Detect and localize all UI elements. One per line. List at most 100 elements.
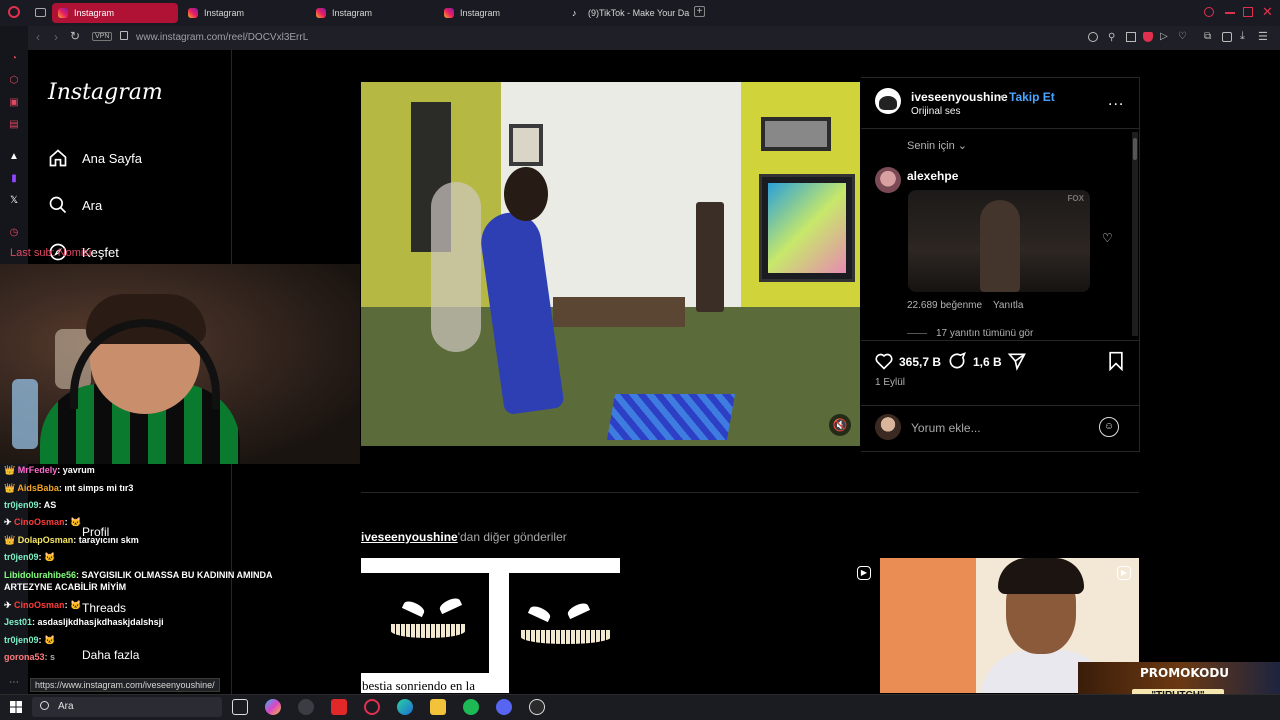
play-icon[interactable]: ▷: [1160, 31, 1168, 42]
close-window-button[interactable]: ✕: [1262, 4, 1273, 20]
tab-switcher-icon[interactable]: [35, 8, 46, 17]
follow-button[interactable]: Takip Et: [1009, 90, 1055, 104]
x-icon[interactable]: 𝕏: [7, 194, 21, 208]
youtube-icon[interactable]: [331, 699, 347, 715]
copilot-icon[interactable]: [265, 699, 281, 715]
more-icon[interactable]: ⋯: [7, 676, 21, 690]
minimize-button[interactable]: [1225, 12, 1235, 14]
reply-button[interactable]: Yanıtla: [993, 300, 1023, 311]
nav-home[interactable]: Ana Sayfa: [48, 148, 142, 168]
mute-icon[interactable]: 🔇: [829, 414, 851, 436]
wallet-icon[interactable]: [1222, 32, 1232, 42]
taskbar-search-label: Ara: [58, 701, 74, 712]
download-icon[interactable]: ⤓: [1240, 30, 1245, 43]
nav-threads[interactable]: Threads: [82, 601, 126, 615]
comments-scrollbar[interactable]: [1132, 132, 1138, 336]
instagram-favicon-icon: [444, 8, 454, 18]
like-count[interactable]: 365,7 B: [899, 355, 941, 369]
tab-instagram-2[interactable]: Instagram: [182, 3, 306, 23]
extensions-icon[interactable]: ⧉: [1204, 31, 1211, 42]
more-options-button[interactable]: ...: [1108, 92, 1124, 110]
mail-icon[interactable]: ▤: [7, 118, 21, 132]
comment-sort-dropdown[interactable]: Senin için ⌄: [907, 139, 967, 152]
share-icon[interactable]: [1007, 351, 1027, 371]
view-replies-button[interactable]: 17 yanıtın tümünü gör: [936, 328, 1033, 339]
like-icon[interactable]: [874, 351, 894, 371]
tab-label: Instagram: [74, 8, 115, 18]
back-button[interactable]: ‹: [36, 30, 40, 44]
comment-like-icon[interactable]: ♡: [1102, 231, 1113, 245]
commenter-avatar[interactable]: [875, 167, 901, 193]
heart-icon[interactable]: ♡: [1178, 31, 1187, 42]
opera-logo-icon[interactable]: [8, 6, 20, 18]
windows-start-icon[interactable]: [10, 701, 22, 713]
forward-button[interactable]: ›: [54, 30, 58, 44]
discord-icon[interactable]: [496, 699, 512, 715]
commenter-username[interactable]: alexehpe: [907, 169, 958, 183]
post-date: 1 Eylül: [875, 377, 906, 388]
pin-icon[interactable]: ⚲: [1108, 32, 1115, 43]
nav-search[interactable]: Ara: [48, 195, 102, 215]
last-sub-label: Last sub: Nomisi: [10, 247, 92, 259]
instagram-favicon-icon: [58, 8, 68, 18]
obs-icon[interactable]: [529, 699, 545, 715]
file-explorer-icon[interactable]: [430, 699, 446, 715]
emoji-icon[interactable]: ☺: [1099, 417, 1119, 437]
aria-icon[interactable]: ⬡: [7, 74, 21, 88]
app-icon[interactable]: [298, 699, 314, 715]
instagram-logo[interactable]: Instagram: [48, 80, 163, 105]
audio-label[interactable]: Orijinal ses: [911, 106, 960, 117]
url-field[interactable]: www.instagram.com/reel/DOCVxl3ErrL: [136, 32, 308, 43]
history-icon[interactable]: ◷: [7, 226, 21, 240]
chevron-down-icon: ⌄: [957, 140, 967, 152]
tab-instagram-4[interactable]: Instagram: [438, 3, 562, 23]
tab-tiktok[interactable]: ♪ (9)TikTok - Make Your Da: [566, 3, 690, 23]
comments-scroll-thumb[interactable]: [1133, 138, 1137, 160]
search-tabs-icon[interactable]: [1204, 7, 1214, 17]
maximize-button[interactable]: [1243, 7, 1253, 17]
edge-icon[interactable]: [397, 699, 413, 715]
promo-title: PROMOKODU: [1140, 666, 1230, 680]
comment-likes[interactable]: 22.689 beğenme: [907, 300, 982, 311]
search-icon: [40, 701, 49, 710]
comment-count[interactable]: 1,6 B: [973, 355, 1002, 369]
speed-dial-icon[interactable]: ◔: [7, 52, 21, 66]
comment-input[interactable]: Yorum ekle...: [911, 421, 981, 435]
nav-home-label: Ana Sayfa: [82, 150, 142, 166]
more-posts-owner-link[interactable]: iveseenyoushine: [361, 530, 458, 544]
comment-gif: FOX: [908, 190, 1090, 292]
tab-label: Instagram: [460, 8, 501, 18]
task-view-icon[interactable]: [232, 699, 248, 715]
messenger-icon[interactable]: ▣: [7, 96, 21, 110]
twitch-icon[interactable]: ▮: [7, 172, 21, 186]
owner-avatar[interactable]: [875, 88, 901, 114]
shield-icon[interactable]: [1143, 32, 1153, 42]
opera-icon[interactable]: [364, 699, 380, 715]
snapshot-icon[interactable]: [1126, 32, 1136, 42]
menu-icon[interactable]: ☰: [1258, 30, 1268, 43]
instagram-favicon-icon: [188, 8, 198, 18]
vpn-badge[interactable]: VPN: [92, 32, 113, 41]
bookmark-icon[interactable]: [1107, 351, 1125, 371]
taskbar-search[interactable]: Ara: [32, 697, 222, 717]
nav-more[interactable]: Daha fazla: [82, 648, 139, 662]
reel-video[interactable]: 🔇: [361, 82, 860, 446]
chat-line: Libidolurahibe56: SAYGISILIK OLMASSA BU …: [4, 570, 273, 580]
nav-search-label: Ara: [82, 197, 103, 213]
aria-ai-icon[interactable]: ▲: [7, 150, 21, 164]
zoom-icon[interactable]: [1088, 32, 1098, 42]
browser-tab-bar: Instagram Instagram Instagram Instagram …: [0, 0, 1280, 26]
lock-icon: [120, 31, 128, 40]
reel-icon: ▶: [1117, 566, 1131, 580]
reload-button[interactable]: ↻: [70, 29, 80, 43]
nav-profile[interactable]: Profil: [82, 525, 109, 539]
chat-line: ✈ CinoOsman: 🐱: [4, 600, 82, 610]
post-thumbnail[interactable]: [361, 558, 620, 693]
spotify-icon[interactable]: [463, 699, 479, 715]
comment-icon[interactable]: [947, 351, 967, 371]
tab-instagram-3[interactable]: Instagram: [310, 3, 434, 23]
new-tab-button[interactable]: +: [694, 6, 705, 17]
tab-instagram-1[interactable]: Instagram: [52, 3, 178, 23]
webcam-overlay: [0, 264, 360, 464]
owner-username[interactable]: iveseenyoushine: [911, 90, 1008, 104]
